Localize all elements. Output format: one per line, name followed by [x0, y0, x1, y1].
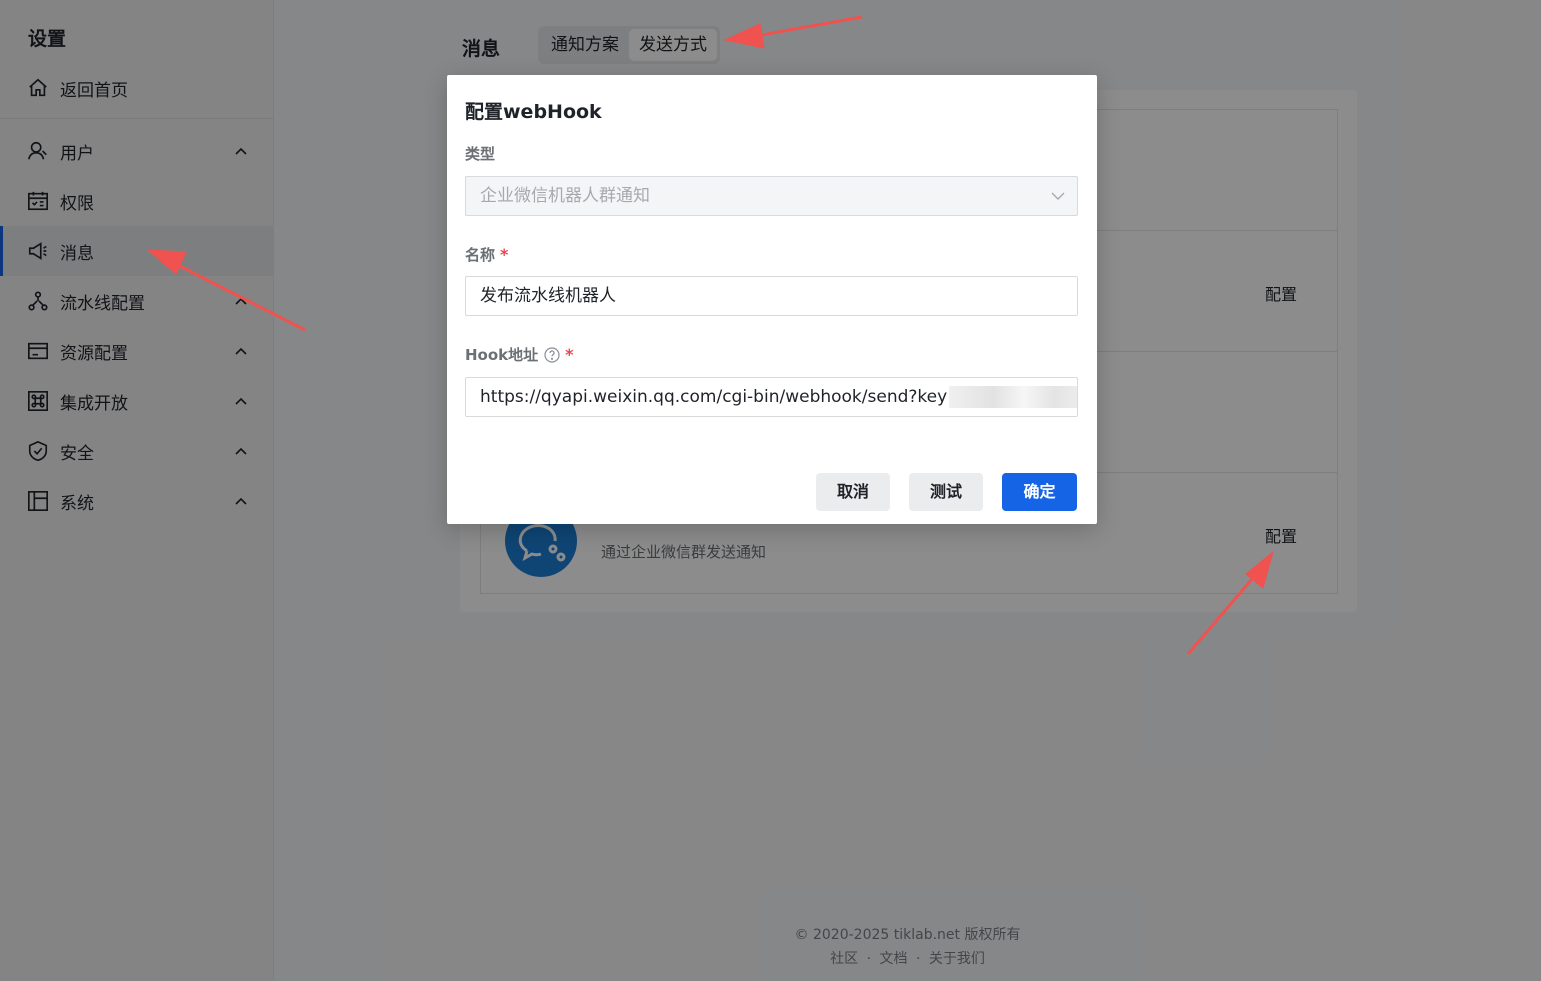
hook-label: Hook地址 *: [465, 344, 574, 365]
name-label: 名称 *: [465, 244, 508, 265]
modal-title: 配置webHook: [465, 101, 602, 123]
question-circle-icon[interactable]: [544, 346, 560, 363]
chevron-down-icon: [1051, 192, 1065, 200]
type-select-value: 企业微信机器人群通知: [480, 186, 650, 206]
hook-label-text: Hook地址: [465, 346, 539, 364]
type-select[interactable]: 企业微信机器人群通知: [465, 176, 1078, 216]
hook-url-value: https://qyapi.weixin.qq.com/cgi-bin/webh…: [480, 387, 948, 407]
webhook-config-modal: 配置webHook 类型 企业微信机器人群通知 名称 * 发布流水线机器人 Ho…: [447, 75, 1097, 524]
hook-url-input[interactable]: https://qyapi.weixin.qq.com/cgi-bin/webh…: [465, 377, 1078, 417]
required-mark: *: [500, 245, 509, 264]
type-label-text: 类型: [465, 145, 496, 163]
cancel-button[interactable]: 取消: [816, 473, 890, 511]
name-input-value: 发布流水线机器人: [480, 286, 616, 306]
required-mark: *: [565, 345, 574, 364]
name-input[interactable]: 发布流水线机器人: [465, 276, 1078, 316]
test-button[interactable]: 测试: [909, 473, 983, 511]
name-label-text: 名称: [465, 246, 496, 264]
redacted-key: [949, 386, 1077, 408]
confirm-button[interactable]: 确定: [1002, 473, 1077, 511]
type-label: 类型: [465, 143, 495, 164]
